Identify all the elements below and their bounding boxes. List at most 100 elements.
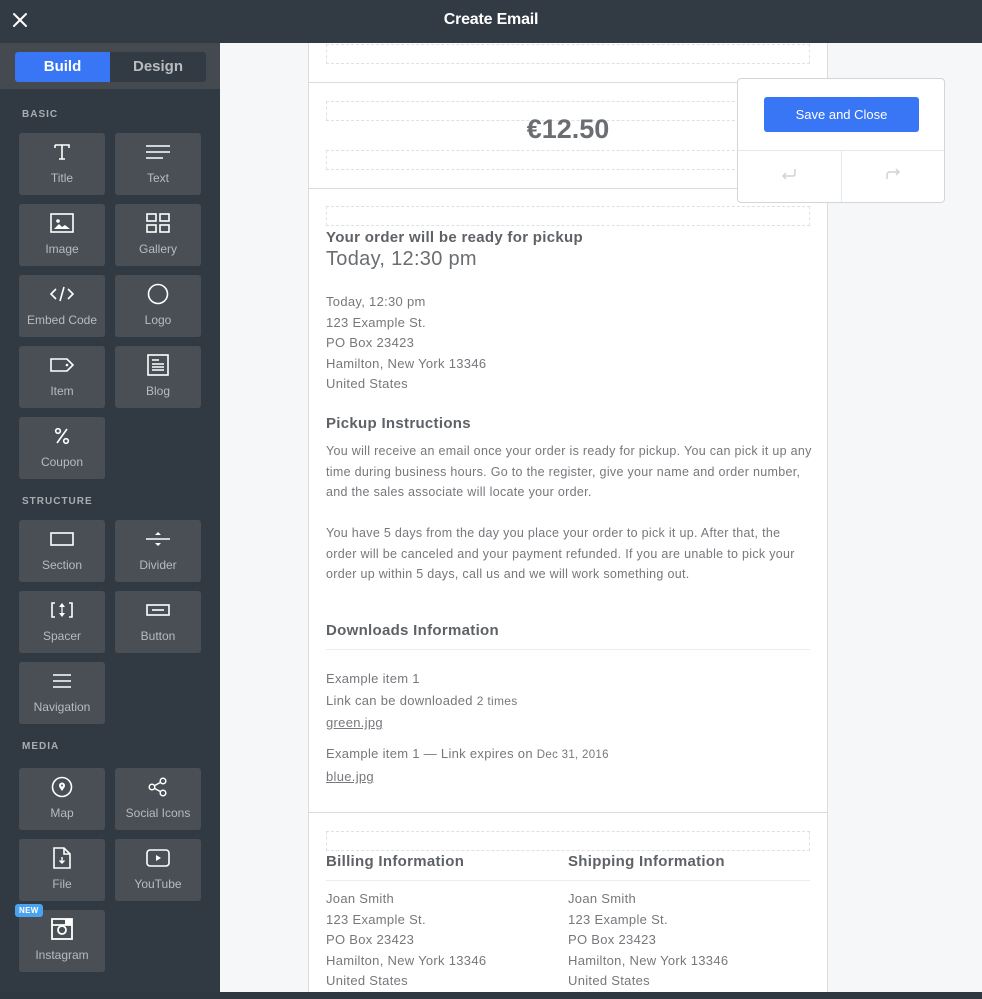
address-line: 123 Example St.: [326, 314, 426, 330]
download-link-blue[interactable]: blue.jpg: [326, 769, 374, 784]
button-icon: [115, 599, 201, 621]
address-line: PO Box 23423: [326, 335, 415, 350]
block-map[interactable]: Map: [19, 768, 105, 830]
drop-zone: [326, 44, 810, 64]
block-instagram[interactable]: NEW Instagram: [15, 904, 105, 972]
address-line: Today, 12:30 pm: [326, 294, 426, 309]
block-section[interactable]: Section: [19, 520, 105, 582]
block-title[interactable]: Title: [19, 133, 105, 195]
text-icon: [115, 141, 201, 163]
block-label: Map: [50, 806, 74, 820]
address-line: United States: [326, 973, 408, 988]
block-label: Section: [41, 558, 83, 572]
shipping-address: Joan Smith 123 Example St. PO Box 23423 …: [568, 889, 728, 992]
download-expiry-date: Dec 31, 2016: [536, 749, 609, 761]
tab-design[interactable]: Design: [110, 52, 206, 82]
block-coupon[interactable]: Coupon: [19, 417, 105, 479]
block-label: YouTube: [134, 877, 182, 891]
block-item[interactable]: Item: [19, 346, 105, 408]
block-label: Button: [140, 629, 176, 643]
block-embed-code[interactable]: Embed Code: [19, 275, 105, 337]
redo-icon: [884, 167, 902, 186]
block-spacer[interactable]: Spacer: [19, 591, 105, 653]
instagram-icon: [19, 918, 105, 940]
spacer-icon: [19, 599, 105, 621]
instructions-paragraph-1: You will receive an email once your orde…: [326, 444, 812, 499]
image-icon: [19, 212, 105, 234]
downloads-item-1: Example item 1 Link can be downloaded 2 …: [326, 668, 518, 734]
save-panel: Save and Close: [737, 78, 945, 203]
block-label: Blog: [145, 384, 171, 398]
save-and-close-button[interactable]: Save and Close: [764, 97, 919, 132]
block-label: Instagram: [35, 948, 89, 962]
undo-icon: [780, 167, 798, 186]
block-label: Social Icons: [125, 806, 191, 820]
basic-blocks: Title Text Image Gallery Embed Code Logo…: [0, 133, 220, 479]
section-divider: [309, 812, 827, 813]
block-label: Item: [50, 384, 74, 398]
block-label: Spacer: [42, 629, 82, 643]
instructions-heading: Pickup Instructions: [326, 415, 471, 432]
block-image[interactable]: Image: [19, 204, 105, 266]
block-label: Image: [45, 242, 79, 256]
download-limit-text: Link can be downloaded: [326, 693, 473, 708]
navigation-icon: [19, 670, 105, 692]
download-limit: Link can be downloaded 2 times: [326, 690, 518, 712]
drop-zone: [326, 206, 810, 226]
section-label-media: MEDIA: [22, 741, 60, 752]
block-blog[interactable]: Blog: [115, 346, 201, 408]
pickup-address: Today, 12:30 pm 123 Example St. PO Box 2…: [326, 292, 486, 395]
block-label: Coupon: [40, 455, 84, 469]
block-gallery[interactable]: Gallery: [115, 204, 201, 266]
address-line: Hamilton, New York 13346: [326, 952, 487, 968]
title-icon: [19, 141, 105, 163]
block-social-icons[interactable]: Social Icons: [115, 768, 201, 830]
top-bar: Create Email: [0, 0, 982, 43]
address-line: Joan Smith: [326, 891, 395, 906]
block-label: Logo: [144, 313, 172, 327]
drop-zone: [326, 831, 810, 851]
block-label: Divider: [139, 558, 177, 572]
download-expiry-text: Example item 1 — Link expires on: [326, 746, 533, 761]
redo-button[interactable]: [842, 151, 945, 202]
block-text[interactable]: Text: [115, 133, 201, 195]
block-file[interactable]: File: [19, 839, 105, 901]
media-blocks: Map Social Icons File YouTube NEW Instag…: [0, 768, 220, 972]
download-item-name: Example item 1: [326, 671, 420, 686]
shipping-heading: Shipping Information: [568, 853, 725, 870]
block-label: File: [52, 877, 72, 891]
download-link-green[interactable]: green.jpg: [326, 715, 383, 730]
address-line: United States: [568, 973, 650, 988]
address-line: United States: [326, 376, 408, 391]
address-line: PO Box 23423: [568, 932, 657, 947]
blog-icon: [115, 354, 201, 376]
bottom-edge: [0, 992, 982, 999]
tag-icon: [19, 354, 105, 376]
mode-tabs: Build Design: [15, 52, 206, 82]
download-expiry: Example item 1 — Link expires on Dec 31,…: [326, 743, 609, 766]
block-navigation[interactable]: Navigation: [19, 662, 105, 724]
block-button[interactable]: Button: [115, 591, 201, 653]
billing-address: Joan Smith 123 Example St. PO Box 23423 …: [326, 889, 486, 992]
heading-divider: [326, 649, 810, 650]
section-label-basic: BASIC: [22, 109, 59, 120]
address-line: Hamilton, New York 13346: [326, 355, 487, 371]
logo-icon: [115, 283, 201, 305]
address-line: PO Box 23423: [326, 932, 415, 947]
block-label: Text: [146, 171, 169, 185]
block-logo[interactable]: Logo: [115, 275, 201, 337]
block-label: Embed Code: [26, 313, 98, 327]
address-line: 123 Example St.: [568, 911, 668, 927]
undo-button[interactable]: [738, 151, 842, 202]
billing-heading: Billing Information: [326, 853, 465, 870]
block-divider[interactable]: Divider: [115, 520, 201, 582]
tab-build[interactable]: Build: [15, 52, 110, 82]
divider-icon: [115, 528, 201, 550]
pickup-time: Today, 12:30 pm: [326, 248, 477, 270]
instructions-paragraph-2: You have 5 days from the day you place y…: [326, 526, 795, 581]
downloads-heading: Downloads Information: [326, 622, 499, 639]
page-title: Create Email: [443, 11, 539, 28]
block-label: Title: [50, 171, 74, 185]
share-icon: [115, 776, 201, 798]
block-youtube[interactable]: YouTube: [115, 839, 201, 901]
